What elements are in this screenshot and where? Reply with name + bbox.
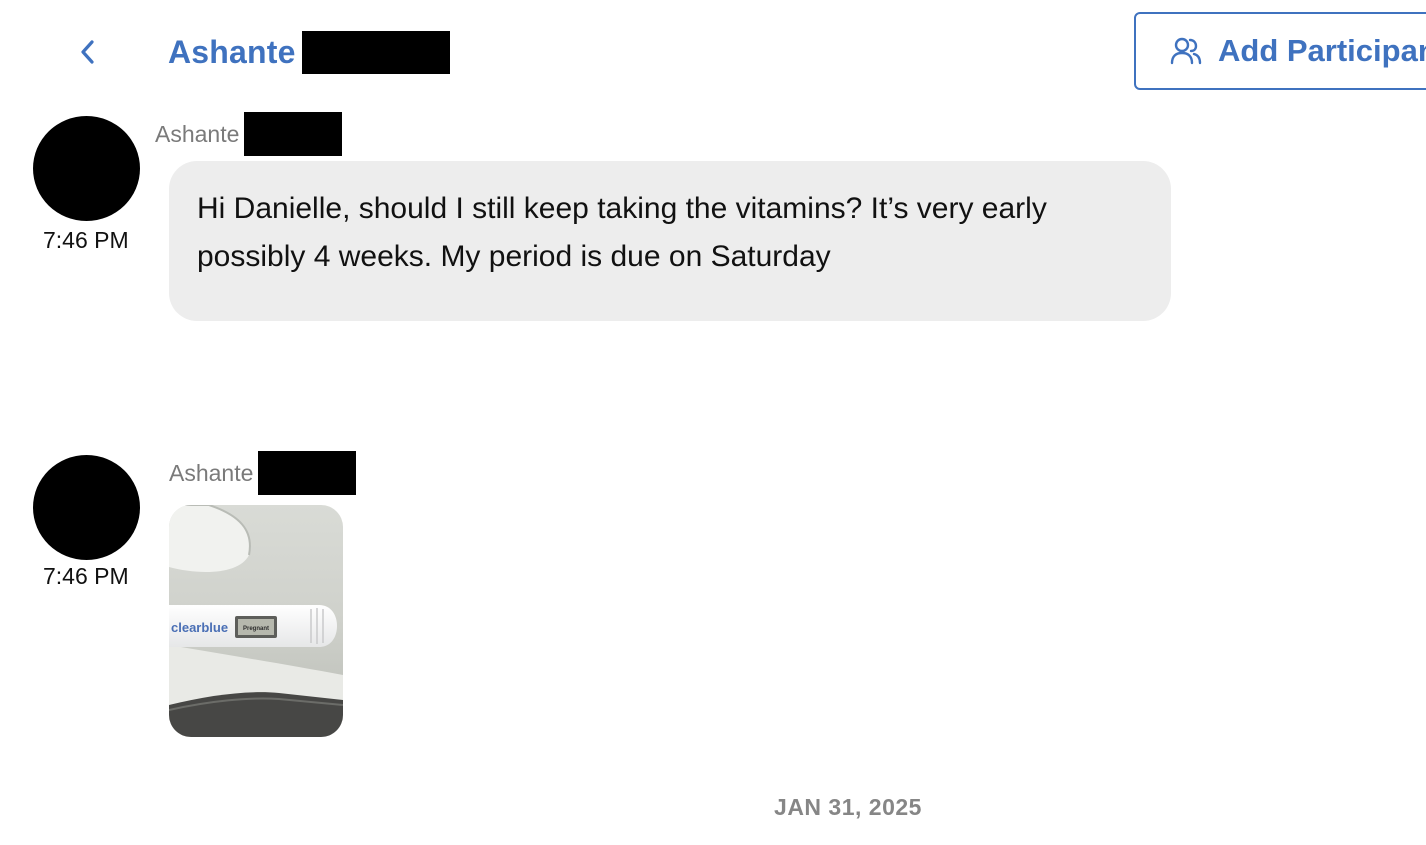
add-participant-label: Add Participant bbox=[1218, 33, 1426, 68]
message-time: 7:46 PM bbox=[43, 227, 129, 253]
message-sender: Ashante bbox=[155, 112, 343, 156]
back-button[interactable] bbox=[70, 34, 106, 70]
redacted-surname bbox=[244, 112, 343, 156]
redacted-surname bbox=[301, 30, 450, 74]
message-sender: Ashante bbox=[169, 451, 357, 495]
pregnancy-test-photo: clearblue Pregnant bbox=[169, 505, 343, 737]
contact-name: Ashante bbox=[168, 33, 296, 70]
conversation-title: Ashante bbox=[168, 30, 450, 74]
message-time: 7:46 PM bbox=[43, 563, 129, 589]
sender-name: Ashante bbox=[155, 120, 240, 147]
chevron-left-icon bbox=[81, 40, 94, 64]
display-text: Pregnant bbox=[243, 626, 269, 632]
date-separator: JAN 31, 2025 bbox=[774, 794, 922, 820]
message-text: Hi Danielle, should I still keep taking … bbox=[197, 192, 1047, 273]
brand-text: clearblue bbox=[171, 620, 228, 635]
conversation-view: Ashante Add Participant 7:46 PM Ashante … bbox=[0, 0, 1426, 845]
avatar[interactable] bbox=[33, 116, 140, 221]
message-bubble[interactable]: Hi Danielle, should I still keep taking … bbox=[169, 161, 1171, 321]
add-participant-button[interactable]: Add Participant bbox=[1134, 12, 1426, 90]
image-attachment[interactable]: clearblue Pregnant bbox=[169, 505, 343, 737]
sender-name: Ashante bbox=[169, 459, 254, 486]
users-icon bbox=[1170, 37, 1202, 65]
avatar[interactable] bbox=[33, 455, 140, 560]
redacted-surname bbox=[258, 451, 357, 495]
